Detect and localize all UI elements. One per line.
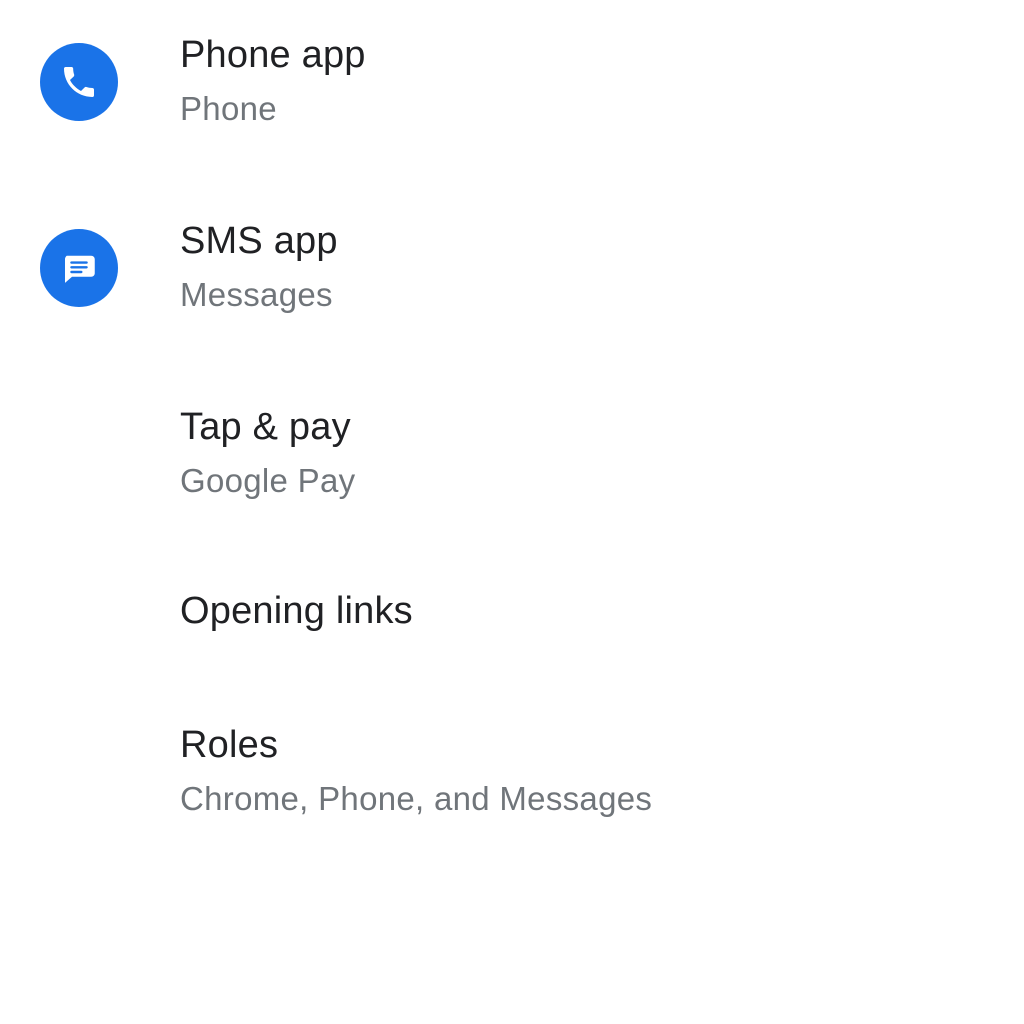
setting-subtitle: Phone [180,90,277,127]
setting-item-roles[interactable]: Roles Chrome, Phone, and Messages [0,708,1024,858]
messages-icon [40,229,118,307]
setting-item-phone-app[interactable]: Phone app Phone [0,18,1024,168]
phone-icon [40,43,118,121]
setting-title: Phone app [180,34,366,76]
setting-title: Roles [180,724,279,766]
setting-title: SMS app [180,220,338,262]
setting-item-opening-links[interactable]: Opening links [0,576,1024,686]
setting-item-sms-app[interactable]: SMS app Messages [0,204,1024,354]
setting-item-tap-and-pay[interactable]: Tap & pay Google Pay [0,390,1024,540]
setting-subtitle: Google Pay [180,462,356,499]
setting-subtitle: Messages [180,276,333,313]
setting-title: Tap & pay [180,406,351,448]
default-apps-settings-screen: Phone app Phone SMS app Messages Tap & p… [0,0,1024,1024]
setting-title: Opening links [180,590,413,632]
setting-subtitle: Chrome, Phone, and Messages [180,780,653,817]
